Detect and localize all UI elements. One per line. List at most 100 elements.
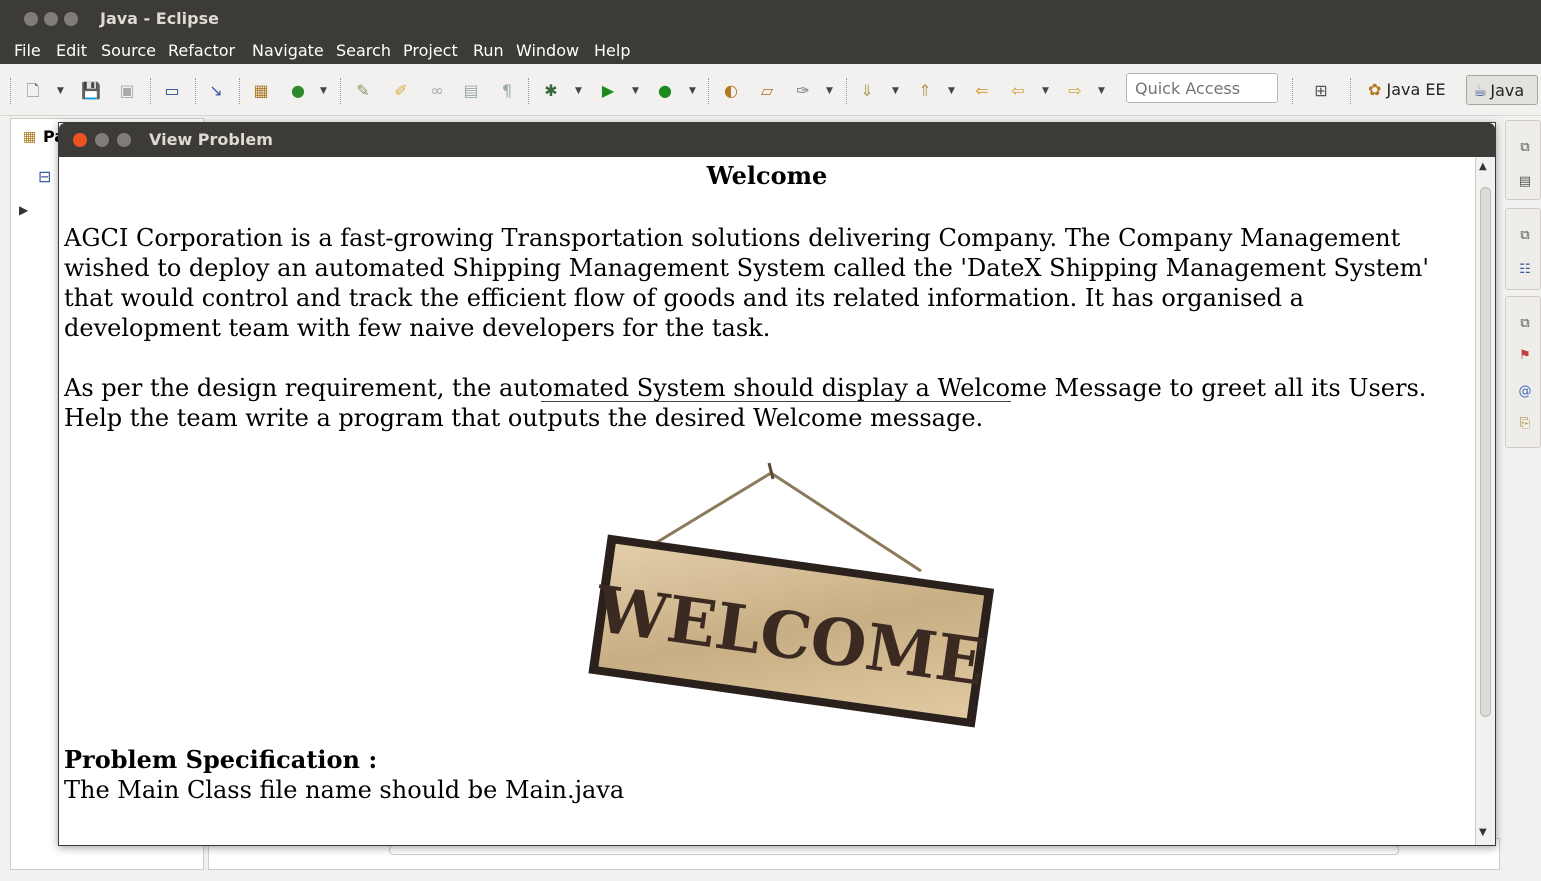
- javadoc-icon[interactable]: @: [1516, 383, 1534, 401]
- declaration-icon[interactable]: ⎘: [1516, 415, 1534, 433]
- outline-icon[interactable]: ☷: [1516, 261, 1534, 279]
- chevron-down-icon[interactable]: ▼: [892, 80, 899, 102]
- menu-file[interactable]: File: [14, 41, 41, 60]
- debug-icon[interactable]: ✱: [540, 80, 562, 102]
- menu-navigate[interactable]: Navigate: [252, 41, 324, 60]
- toolbar-separator: [528, 78, 530, 104]
- trim-group-3: ⧉ ⚑ @ ⎘: [1505, 296, 1541, 448]
- save-icon[interactable]: 💾: [80, 80, 102, 102]
- perspective-java-ee[interactable]: ✿ Java EE: [1368, 75, 1460, 105]
- run-icon[interactable]: ▶: [597, 80, 619, 102]
- last-edit-icon[interactable]: ⇐: [971, 80, 993, 102]
- toolbar-separator: [340, 78, 342, 104]
- restore-icon[interactable]: ⧉: [1516, 139, 1534, 157]
- new-class-icon[interactable]: ●: [287, 80, 309, 102]
- toolbar-separator: [1350, 78, 1352, 104]
- view-problem-dialog: View Problem Welcome AGCI Corporation is…: [58, 122, 1496, 846]
- menu-edit[interactable]: Edit: [56, 41, 87, 60]
- chevron-down-icon[interactable]: ▼: [1098, 80, 1105, 102]
- dialog-title: View Problem: [149, 130, 273, 149]
- restore-icon[interactable]: ⧉: [1516, 315, 1534, 333]
- menu-help[interactable]: Help: [594, 41, 630, 60]
- trim-group-2: ⧉ ☷: [1505, 208, 1541, 290]
- java-ee-perspective-icon: ✿: [1368, 80, 1387, 99]
- chevron-down-icon[interactable]: ▼: [320, 80, 327, 102]
- image-top-border: [541, 401, 1011, 402]
- chevron-down-icon[interactable]: ▼: [948, 80, 955, 102]
- menu-bar: File Edit Source Refactor Navigate Searc…: [0, 38, 1541, 64]
- problem-heading: Welcome: [706, 161, 828, 190]
- horizontal-scrollbar[interactable]: [389, 845, 1399, 855]
- dialog-close-button[interactable]: [73, 133, 87, 147]
- problem-specification-title: Problem Specification :: [64, 745, 378, 774]
- next-annotation-icon[interactable]: ⇓: [856, 80, 878, 102]
- trim-group-1: ⧉ ▤: [1505, 120, 1541, 200]
- menu-refactor[interactable]: Refactor: [168, 41, 235, 60]
- dialog-minimize-button[interactable]: [95, 133, 109, 147]
- previous-annotation-icon[interactable]: ⇑: [914, 80, 936, 102]
- block-select-icon[interactable]: ▤: [460, 80, 482, 102]
- problem-content: Welcome AGCI Corporation is a fast-growi…: [59, 157, 1475, 845]
- minimize-window-button[interactable]: [44, 12, 58, 26]
- package-icon[interactable]: ▦: [250, 80, 272, 102]
- perspective-label: Java: [1490, 81, 1525, 100]
- perspective-java[interactable]: ☕ Java: [1466, 75, 1538, 105]
- dialog-titlebar: View Problem: [59, 123, 1495, 157]
- back-arrow-icon[interactable]: ⇦: [1007, 80, 1029, 102]
- menu-window[interactable]: Window: [516, 41, 579, 60]
- toolbar-separator: [846, 78, 848, 104]
- link-icon[interactable]: ∞: [426, 80, 448, 102]
- scroll-up-icon[interactable]: ▲: [1479, 161, 1487, 172]
- new-file-icon[interactable]: 🗋: [22, 80, 44, 102]
- collapse-all-icon[interactable]: ⊟: [38, 167, 51, 186]
- package-explorer-icon: ▦: [23, 129, 37, 145]
- menu-search[interactable]: Search: [336, 41, 391, 60]
- save-all-icon[interactable]: ▣: [116, 80, 138, 102]
- chevron-down-icon[interactable]: ▼: [575, 80, 582, 102]
- pin-icon[interactable]: ✎: [352, 80, 374, 102]
- highlight-icon[interactable]: ✐: [390, 80, 412, 102]
- dialog-maximize-button[interactable]: [117, 133, 131, 147]
- right-trim-stack: ⧉ ▤ ⧉ ☷ ⧉ ⚑ @ ⎘: [1505, 120, 1541, 450]
- menu-run[interactable]: Run: [473, 41, 504, 60]
- tree-expand-icon[interactable]: ▶: [19, 203, 28, 217]
- chevron-down-icon[interactable]: ▼: [632, 80, 639, 102]
- toolbar-separator: [195, 78, 197, 104]
- problem-requirement: As per the design requirement, the autom…: [64, 374, 1427, 432]
- run-external-icon[interactable]: ●: [654, 80, 676, 102]
- problems-icon[interactable]: ⚑: [1516, 347, 1534, 365]
- main-toolbar: 🗋 ▼ 💾 ▣ ▭ ↘ ▦ ● ▼ ✎ ✐ ∞ ▤ ¶ ✱ ▼ ▶ ▼ ● ▼ …: [0, 64, 1541, 116]
- problem-description: AGCI Corporation is a fast-growing Trans…: [64, 224, 1429, 342]
- perspective-label: Java EE: [1386, 80, 1446, 99]
- search-tool-icon[interactable]: ✑: [792, 80, 814, 102]
- skip-breakpoints-icon[interactable]: ↘: [205, 80, 227, 102]
- open-folder-icon[interactable]: ▱: [756, 80, 778, 102]
- terminal-icon[interactable]: ▭: [161, 80, 183, 102]
- close-window-button[interactable]: [24, 12, 38, 26]
- open-perspective-icon[interactable]: ⊞: [1310, 80, 1332, 102]
- chevron-down-icon[interactable]: ▼: [1042, 80, 1049, 102]
- task-list-icon[interactable]: ▤: [1516, 173, 1534, 191]
- menu-project[interactable]: Project: [403, 41, 458, 60]
- toolbar-separator: [708, 78, 710, 104]
- problem-specification-text: The Main Class file name should be Main.…: [64, 776, 625, 804]
- restore-icon[interactable]: ⧉: [1516, 227, 1534, 245]
- chevron-down-icon[interactable]: ▼: [689, 80, 696, 102]
- welcome-sign-image: WELCOME: [588, 462, 995, 728]
- whitespace-icon[interactable]: ¶: [496, 80, 518, 102]
- open-type-icon[interactable]: ◐: [720, 80, 742, 102]
- forward-arrow-icon[interactable]: ⇨: [1064, 80, 1086, 102]
- quick-access-input[interactable]: [1126, 73, 1278, 103]
- vertical-scrollbar[interactable]: ▲ ▼: [1475, 157, 1495, 845]
- window-title: Java - Eclipse: [100, 9, 219, 28]
- maximize-window-button[interactable]: [64, 12, 78, 26]
- toolbar-separator: [10, 78, 12, 104]
- window-titlebar: Java - Eclipse: [0, 0, 1541, 38]
- scroll-down-icon[interactable]: ▼: [1479, 827, 1487, 838]
- chevron-down-icon[interactable]: ▼: [826, 80, 833, 102]
- toolbar-separator: [1292, 78, 1294, 104]
- menu-source[interactable]: Source: [101, 41, 156, 60]
- chevron-down-icon[interactable]: ▼: [57, 80, 64, 102]
- scrollbar-thumb[interactable]: [1480, 187, 1491, 717]
- toolbar-separator: [239, 78, 241, 104]
